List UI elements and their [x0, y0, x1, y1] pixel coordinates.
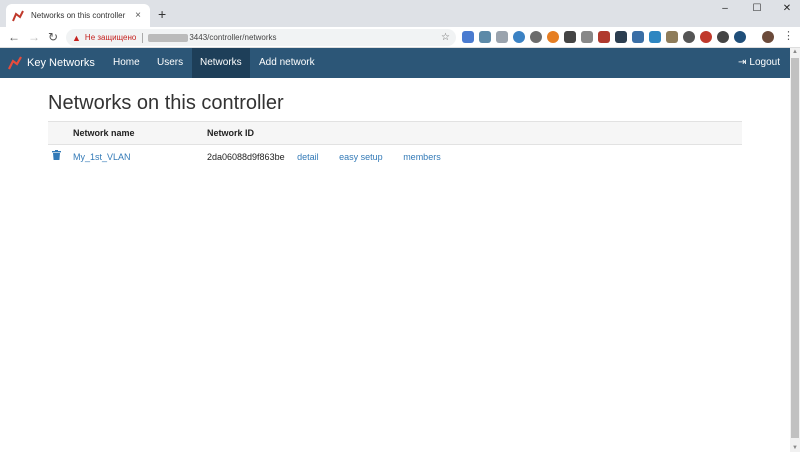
scrollbar-thumb[interactable] [791, 58, 799, 438]
extension-icon[interactable] [598, 31, 610, 43]
page-title: Networks on this controller [48, 92, 284, 114]
security-label[interactable]: Не защищено [85, 33, 136, 42]
extension-icon[interactable] [717, 31, 729, 43]
browser-menu-icon[interactable]: ⋮ [783, 29, 794, 42]
minimize-button[interactable]: – [710, 2, 740, 16]
network-id-cell: 2da06088d9f863be detail easy setup membe… [207, 145, 742, 169]
easy-setup-link[interactable]: easy setup [339, 152, 383, 162]
page-scrollbar[interactable]: ▲ ▼ [790, 48, 800, 452]
nav-networks[interactable]: Networks [192, 48, 250, 78]
new-tab-button[interactable]: + [158, 6, 166, 22]
url-text: 3443/controller/networks [189, 33, 277, 42]
site-favicon-icon [12, 10, 24, 21]
extension-icon[interactable] [513, 31, 525, 43]
network-name-link[interactable]: My_1st_VLAN [73, 152, 131, 162]
brand-link[interactable]: Key Networks [8, 48, 95, 78]
forward-button[interactable]: → [28, 30, 40, 44]
extension-icon[interactable] [462, 31, 474, 43]
browser-tabstrip: Networks on this controller × + – ☐ ✕ [0, 0, 800, 27]
app-navbar: Key Networks Home Users Networks Add net… [0, 48, 790, 78]
profile-avatar[interactable] [762, 31, 774, 43]
reload-button[interactable]: ↻ [48, 30, 58, 44]
extension-icon[interactable] [734, 31, 746, 43]
brand-logo-icon [8, 56, 22, 70]
extension-icon[interactable] [564, 31, 576, 43]
tab-title: Networks on this controller [31, 11, 126, 20]
detail-link[interactable]: detail [297, 152, 319, 162]
header-icon-cell [48, 121, 73, 145]
close-window-button[interactable]: ✕ [772, 2, 800, 16]
delete-network-icon[interactable] [52, 150, 61, 161]
nav-add-network[interactable]: Add network [251, 48, 323, 78]
extension-icon[interactable] [632, 31, 644, 43]
table-header-row: Network name Network ID [48, 121, 742, 145]
browser-toolbar: ← → ↻ ▲ Не защищено 3443/controller/netw… [0, 27, 800, 48]
scroll-down-icon[interactable]: ▼ [790, 445, 800, 451]
header-network-name: Network name [73, 121, 207, 145]
address-bar[interactable]: ▲ Не защищено 3443/controller/networks ☆ [66, 29, 456, 46]
extension-icon[interactable] [581, 31, 593, 43]
members-link[interactable]: members [403, 152, 441, 162]
redacted-host [148, 33, 189, 42]
header-network-id: Network ID [207, 121, 742, 145]
extension-icon[interactable] [530, 31, 542, 43]
extension-icon[interactable] [683, 31, 695, 43]
bookmark-star-icon[interactable]: ☆ [441, 32, 450, 43]
logout-icon: ⇥ [738, 57, 747, 68]
scroll-up-icon[interactable]: ▲ [790, 49, 800, 55]
brand-name: Key Networks [27, 57, 95, 69]
extension-icon[interactable] [496, 31, 508, 43]
logout-label: Logout [749, 57, 780, 68]
omnibox-divider [142, 32, 144, 43]
extension-icon[interactable] [479, 31, 491, 43]
maximize-button[interactable]: ☐ [742, 2, 772, 16]
trash-icon[interactable] [48, 145, 73, 169]
nav-home[interactable]: Home [105, 48, 148, 78]
extension-icon[interactable] [615, 31, 627, 43]
warning-icon: ▲ [72, 32, 81, 43]
nav-users[interactable]: Users [149, 48, 191, 78]
extensions-bar [462, 31, 746, 43]
extension-icon[interactable] [700, 31, 712, 43]
tab-close-icon[interactable]: × [132, 10, 144, 21]
network-id: 2da06088d9f863be [207, 151, 285, 162]
browser-tab[interactable]: Networks on this controller × [6, 4, 150, 27]
extension-icon[interactable] [666, 31, 678, 43]
network-name-cell: My_1st_VLAN [73, 145, 207, 169]
extension-icon[interactable] [547, 31, 559, 43]
table-row: My_1st_VLAN 2da06088d9f863be detail easy… [48, 145, 742, 169]
extension-icon[interactable] [649, 31, 661, 43]
back-button[interactable]: ← [8, 30, 20, 44]
networks-table: Network name Network ID My_1st_VLAN 2da0… [48, 121, 742, 169]
logout-button[interactable]: ⇥ Logout [738, 48, 780, 78]
